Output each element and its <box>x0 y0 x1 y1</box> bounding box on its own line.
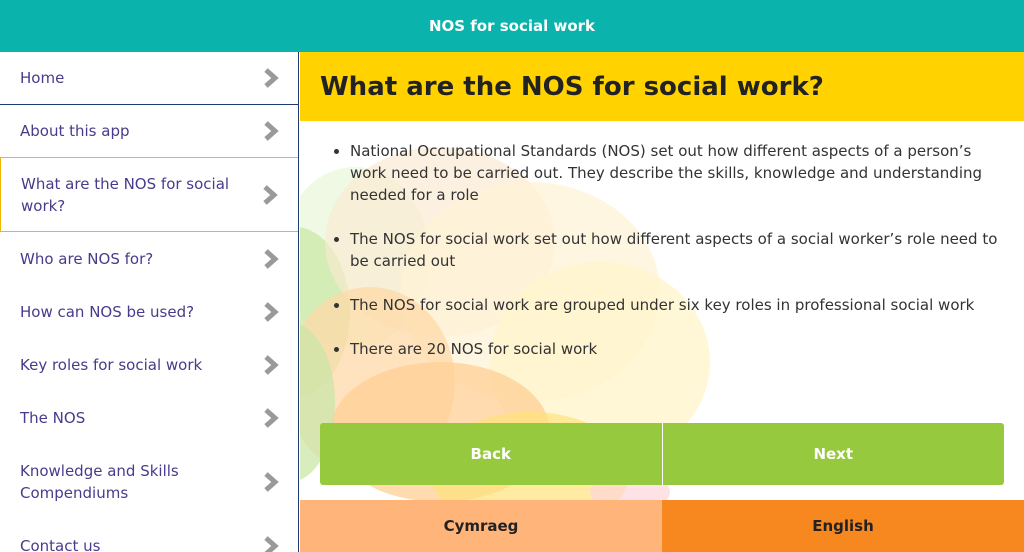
sidebar-item-label: Contact us <box>20 536 101 552</box>
language-switcher: Cymraeg English <box>300 500 1024 552</box>
english-language-button[interactable]: English <box>662 500 1024 552</box>
page-title-band: What are the NOS for social work? <box>300 52 1024 121</box>
content-panel: What are the NOS for social work? Nation… <box>300 52 1024 500</box>
chevron-right-icon <box>264 407 279 428</box>
chevron-right-icon <box>264 301 279 322</box>
sidebar-item-about[interactable]: About this app <box>0 105 298 158</box>
back-button[interactable]: Back <box>320 423 663 485</box>
app-title: NOS for social work <box>428 17 596 35</box>
chevron-right-icon <box>264 471 279 492</box>
chevron-right-icon <box>263 184 278 205</box>
sidebar-menu: Home About this app What are the NOS for… <box>0 52 299 552</box>
list-item: The NOS for social work set out how diff… <box>334 228 1004 272</box>
chevron-right-icon <box>264 121 279 141</box>
sidebar-item-compendiums[interactable]: Knowledge and Skills Compendiums <box>0 444 298 520</box>
sidebar-item-label: Home <box>20 69 65 87</box>
next-button[interactable]: Next <box>662 423 1004 485</box>
english-language-label: English <box>812 517 874 535</box>
sidebar-item-label: Knowledge and Skills Compendiums <box>20 461 179 502</box>
welsh-language-label: Cymraeg <box>443 517 519 535</box>
sidebar-item-who-for[interactable]: Who are NOS for? <box>0 232 298 286</box>
sidebar-item-label: About this app <box>20 122 130 140</box>
sidebar-item-contact[interactable]: Contact us <box>0 519 298 552</box>
sidebar-item-home[interactable]: Home <box>0 52 298 105</box>
sidebar-item-label: How can NOS be used? <box>20 302 195 321</box>
sidebar-item-how-used[interactable]: How can NOS be used? <box>0 285 298 339</box>
pager-buttons: Back Next <box>320 423 1004 485</box>
chevron-right-icon <box>264 68 279 88</box>
list-item: The NOS for social work are grouped unde… <box>334 294 1004 316</box>
chevron-right-icon <box>264 535 279 552</box>
sidebar-item-label: The NOS <box>20 408 86 427</box>
sidebar-item-label: Key roles for social work <box>20 355 203 374</box>
app-header: NOS for social work <box>0 0 1024 52</box>
list-item: There are 20 NOS for social work <box>334 338 1004 360</box>
content-list: National Occupational Standards (NOS) se… <box>320 140 1004 382</box>
chevron-right-icon <box>264 248 279 269</box>
sidebar-item-key-roles[interactable]: Key roles for social work <box>0 338 298 392</box>
sidebar-item-the-nos[interactable]: The NOS <box>0 391 298 445</box>
sidebar-item-label: Who are NOS for? <box>20 249 154 268</box>
page-title: What are the NOS for social work? <box>320 71 824 102</box>
welsh-language-button[interactable]: Cymraeg <box>300 500 662 552</box>
sidebar-item-label: What are the NOS for social work? <box>21 174 230 215</box>
list-item: National Occupational Standards (NOS) se… <box>334 140 1004 206</box>
sidebar-item-what-are-nos[interactable]: What are the NOS for social work? <box>0 157 298 232</box>
chevron-right-icon <box>264 354 279 375</box>
